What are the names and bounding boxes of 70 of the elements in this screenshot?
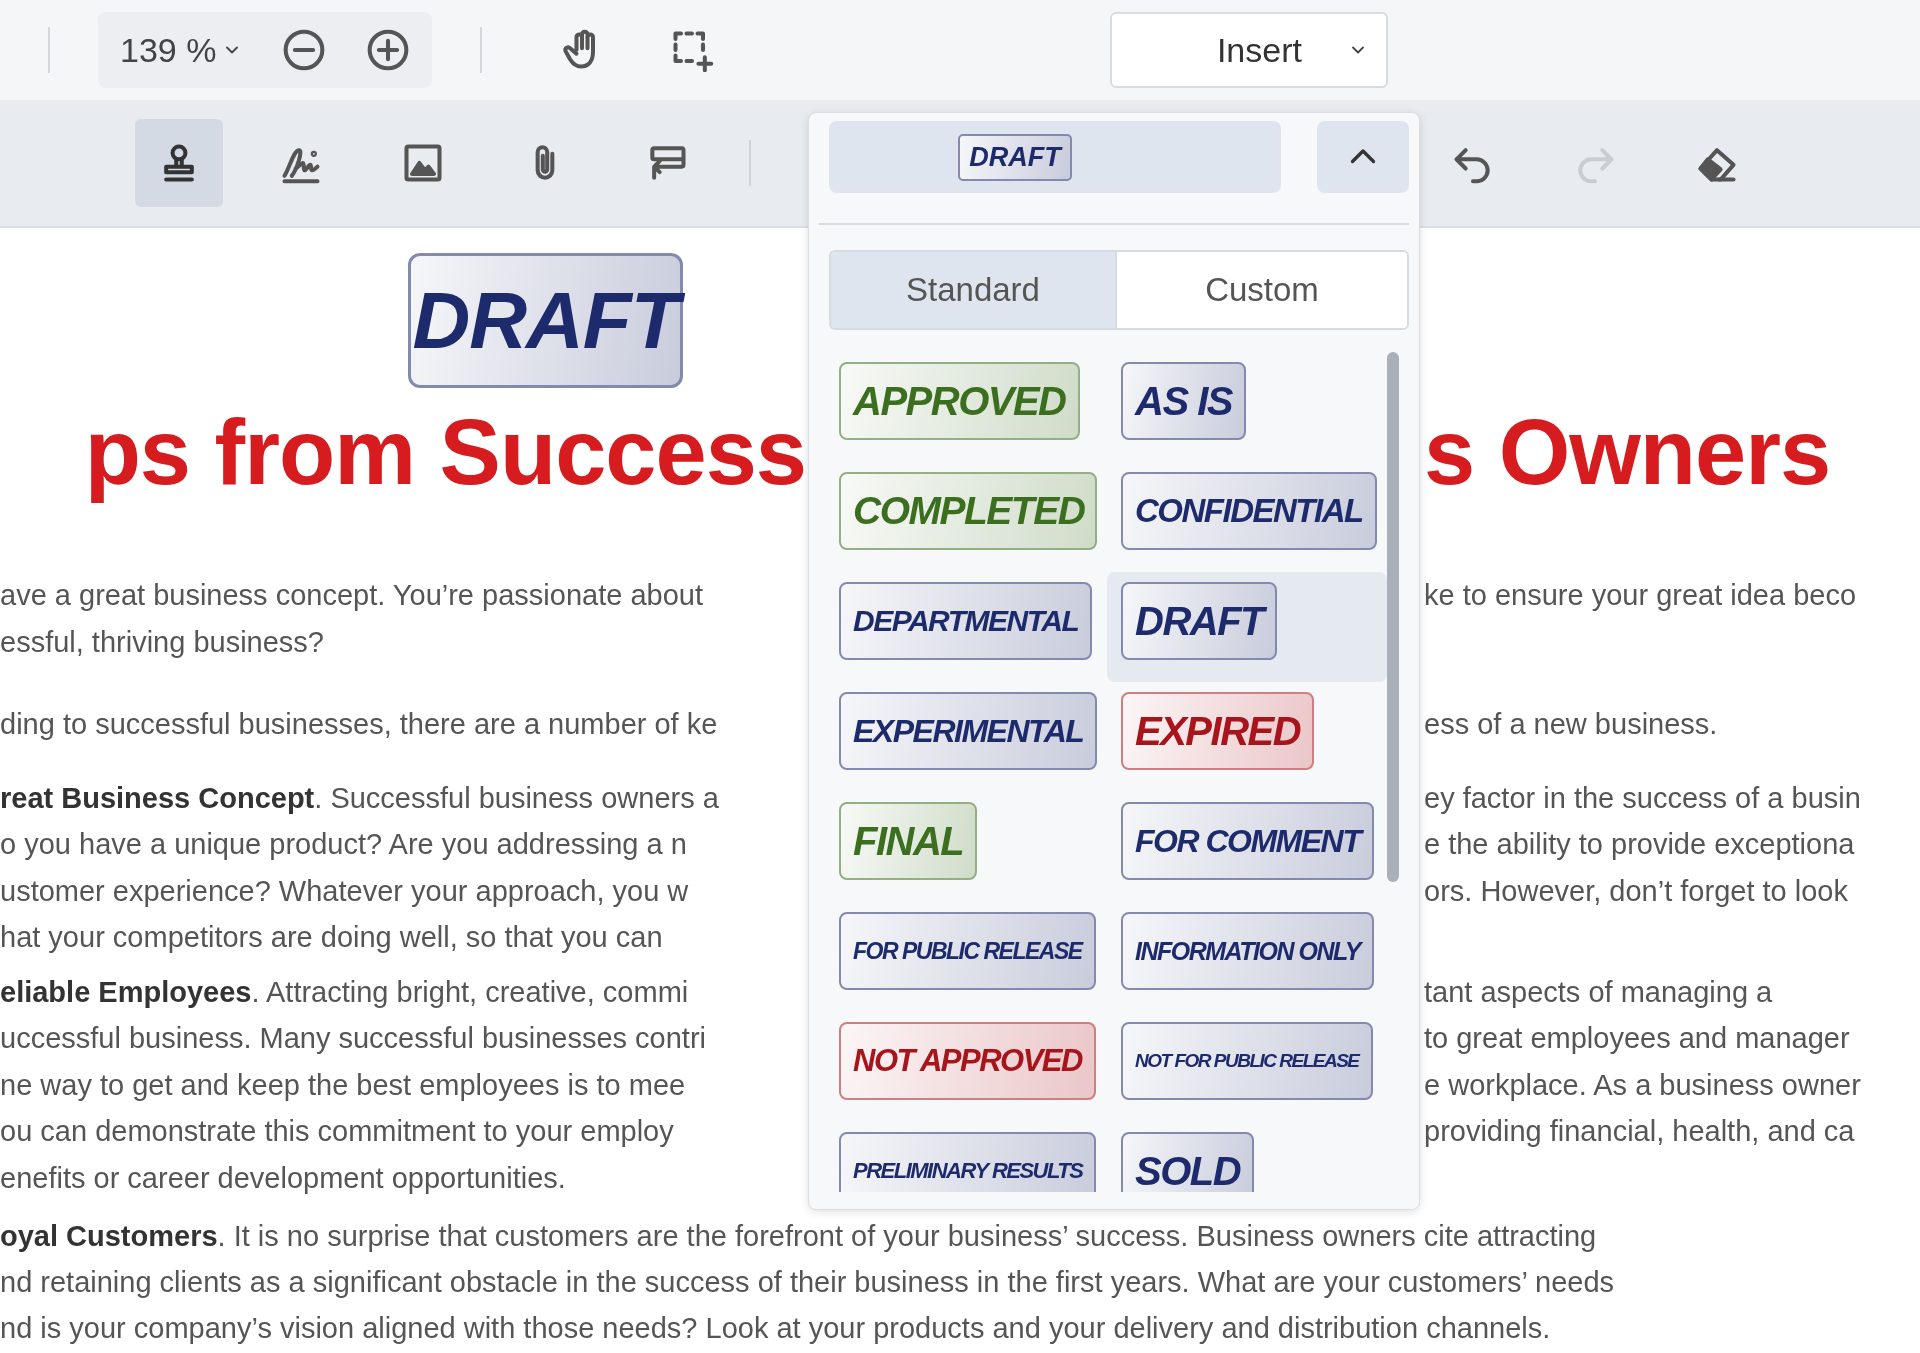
paragraph-line: to great employees and manager: [1424, 1021, 1851, 1057]
stamp-label: FOR PUBLIC RELEASE: [839, 912, 1096, 990]
tool-button[interactable]: [135, 119, 223, 207]
paragraph-line: e workplace. As a business owner: [1424, 1067, 1862, 1103]
stamp-label: FOR COMMENT: [1121, 802, 1375, 880]
tab[interactable]: Standard: [831, 252, 1117, 328]
stamp-option[interactable]: CONFIDENTIAL: [1107, 462, 1387, 572]
insert-dropdown[interactable]: Insert: [1110, 12, 1389, 88]
stamp-label: NOT FOR PUBLIC RELEASE: [1121, 1022, 1373, 1100]
paragraph-line: ustomer experience? Whatever your approach, you w: [0, 873, 690, 909]
stamp-label: PRELIMINARY RESULTS: [839, 1132, 1097, 1192]
stamp-preview-field[interactable]: DRAFT: [829, 121, 1281, 193]
stamp-option[interactable]: AS IS: [1107, 352, 1387, 462]
stamp-option[interactable]: PRELIMINARY RESULTS: [825, 1122, 1105, 1192]
paragraph-line: eliable Employees. Attracting bright, creative, commi: [0, 974, 690, 1010]
paragraph-line: oyal Customers. It is no surprise that customers are the forefront of your business’ success. Business owners cite attracting: [0, 1219, 1598, 1254]
stamp-label: AS IS: [1121, 362, 1246, 440]
zoom-in-icon[interactable]: [366, 28, 411, 72]
selection-icon[interactable]: [670, 28, 715, 72]
stamp-option[interactable]: SOLD: [1107, 1122, 1387, 1192]
paragraph-line: ou can demonstrate this commitment to your employ: [0, 1114, 675, 1150]
image-icon[interactable]: [401, 141, 445, 185]
zoom-dropdown[interactable]: 139 %: [120, 30, 243, 70]
heading-text: ps from Success: [84, 400, 806, 505]
paragraph-line: nd is your company’s vision aligned with those needs? Look at your products and your delivery and distribution channels.: [0, 1311, 1552, 1346]
stamp-label: FINAL: [839, 802, 978, 880]
stamp-label: DEPARTMENTAL: [839, 582, 1093, 660]
stamp-option[interactable]: FOR COMMENT: [1107, 792, 1387, 902]
paragraph-line: nd retaining clients as a significant obstacle in the success of their business in the first years. What are your customers’ needs: [0, 1265, 1616, 1300]
stamp-option[interactable]: EXPERIMENTAL: [825, 682, 1105, 792]
paragraph-line: enefits or career development opportunities.: [0, 1160, 567, 1196]
stamp-label: APPROVED: [839, 362, 1080, 440]
stamp-label: INFORMATION ONLY: [1121, 912, 1375, 990]
zoom-out-icon[interactable]: [282, 28, 327, 72]
paragraph-line: e the ability to provide exceptiona: [1424, 827, 1856, 863]
heading-text: s Owners: [1424, 400, 1832, 505]
stamp-option[interactable]: DRAFT: [1107, 572, 1387, 682]
stamp-label: NOT APPROVED: [839, 1022, 1096, 1100]
stamp-option[interactable]: DEPARTMENTAL: [825, 572, 1105, 682]
stamp-option[interactable]: NOT APPROVED: [825, 1012, 1105, 1122]
paragraph-line: reat Business Concept. Successful business owners a: [0, 780, 720, 816]
paragraph-line: ave a great business concept. You’re passionate about: [0, 578, 704, 614]
draft-stamp: DRAFT: [958, 133, 1072, 181]
stamp-option[interactable]: FINAL: [825, 792, 1105, 902]
stamp-label: EXPERIMENTAL: [839, 692, 1097, 770]
paragraph-line: essful, thriving business?: [0, 624, 325, 660]
paragraph-line: ke to ensure your great idea beco: [1424, 578, 1858, 614]
stamp-label: CONFIDENTIAL: [1121, 472, 1377, 550]
stamp-label: COMPLETED: [839, 472, 1097, 550]
paragraph-line: hat your competitors are doing well, so that you can: [0, 920, 664, 956]
draft-stamp: DRAFT: [408, 253, 683, 388]
stamp-option[interactable]: INFORMATION ONLY: [1107, 902, 1387, 1012]
stamp-option[interactable]: APPROVED: [825, 352, 1105, 462]
stamp-option[interactable]: FOR PUBLIC RELEASE: [825, 902, 1105, 1012]
stamp-option[interactable]: COMPLETED: [825, 462, 1105, 572]
paragraph-line: uccessful business. Many successful businesses contri: [0, 1021, 707, 1057]
scrollbar-thumb[interactable]: [1387, 352, 1399, 882]
paragraph-line: ors. However, don’t forget to look: [1424, 873, 1849, 909]
paragraph-line: tant aspects of managing a: [1424, 974, 1774, 1010]
paragraph-line: o you have a unique product? Are you addressing a n: [0, 827, 688, 863]
paragraph-line: providing financial, health, and ca: [1424, 1114, 1856, 1150]
stamp-option[interactable]: NOT FOR PUBLIC RELEASE: [1107, 1012, 1387, 1122]
paragraph-line: ne way to get and keep the best employees is to mee: [0, 1067, 687, 1103]
paragraph-line: ey factor in the success of a busin: [1424, 780, 1862, 816]
stamp-label: DRAFT: [1121, 582, 1278, 660]
stamp-label: EXPIRED: [1121, 692, 1315, 770]
stamp-label: SOLD: [1121, 1132, 1255, 1192]
paragraph-line: ess of a new business.: [1424, 707, 1719, 743]
paragraph-line: ding to successful businesses, there are a number of ke: [0, 707, 719, 743]
stamp-option[interactable]: EXPIRED: [1107, 682, 1387, 792]
